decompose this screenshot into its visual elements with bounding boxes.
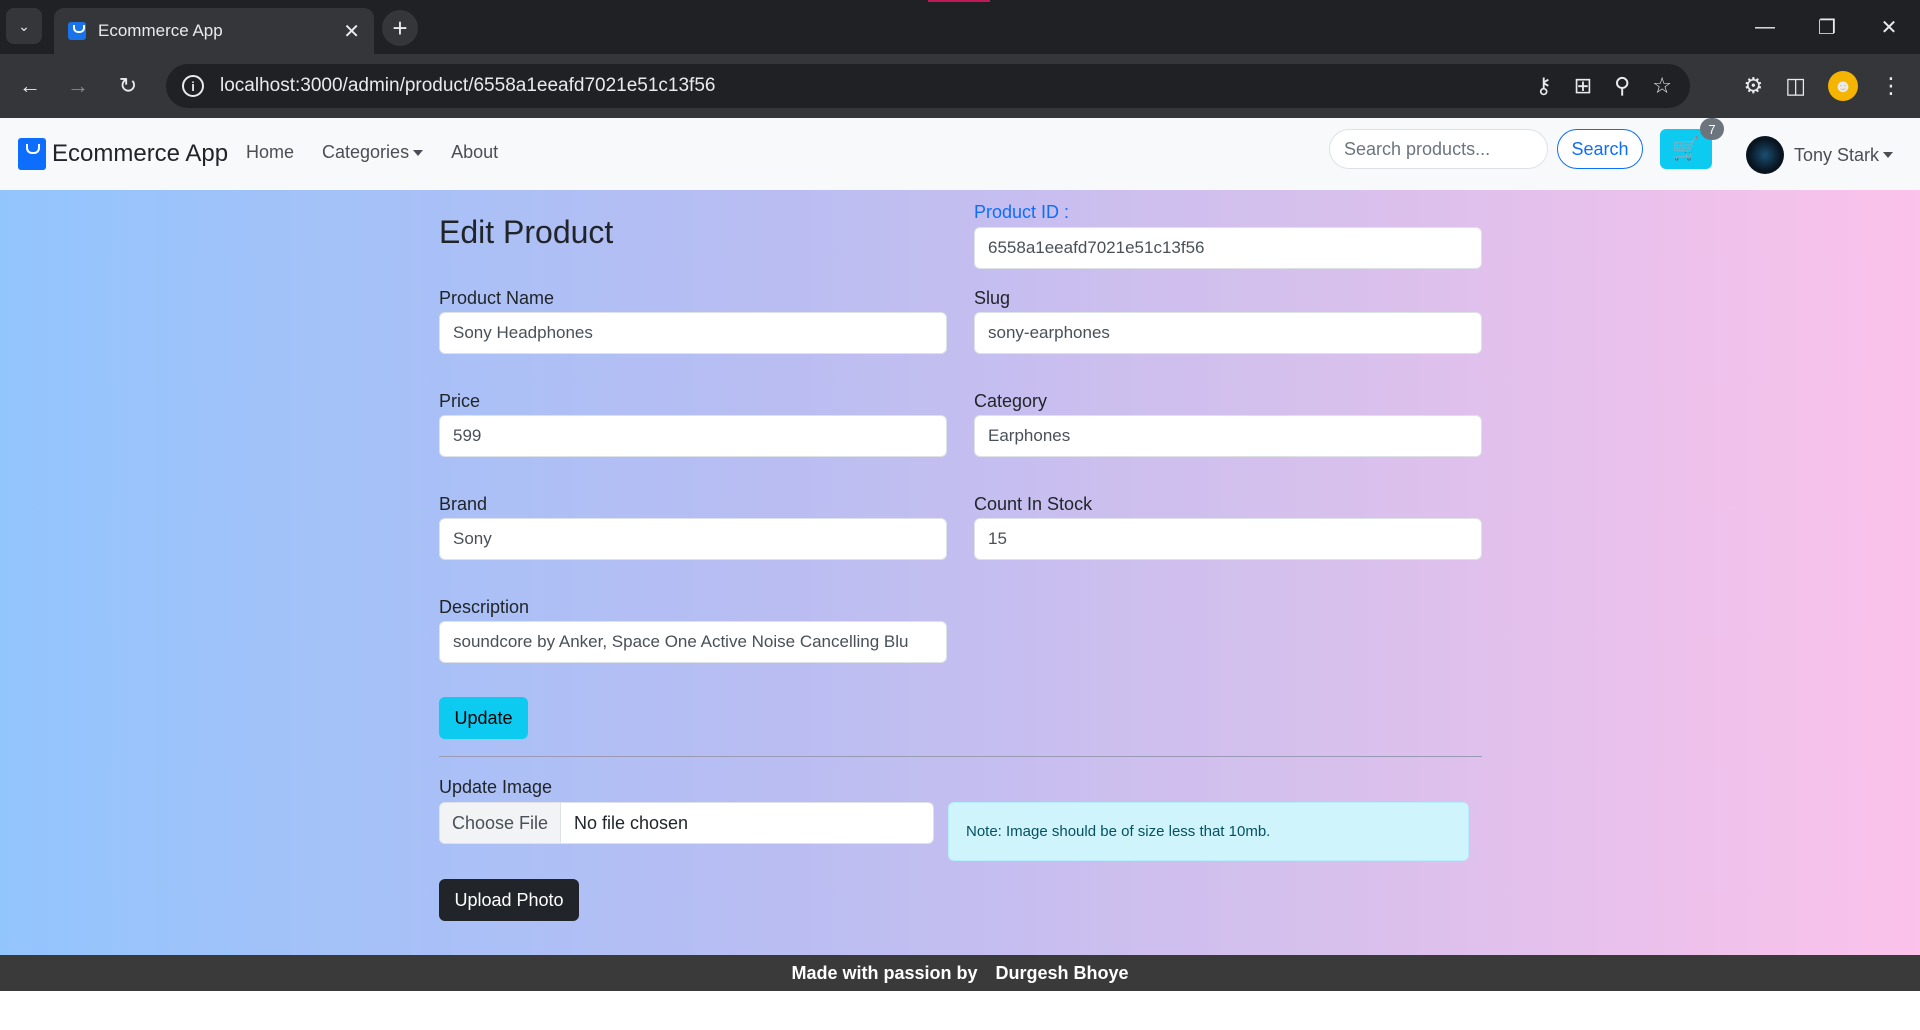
price-label: Price — [439, 391, 481, 411]
site-info-icon[interactable]: i — [182, 75, 204, 97]
upload-photo-button[interactable]: Upload Photo — [439, 879, 579, 921]
product-name-field[interactable]: Sony Headphones — [439, 312, 947, 354]
tab-title: Ecommerce App — [98, 21, 223, 40]
address-bar[interactable]: i localhost:3000/admin/product/6558a1eea… — [166, 64, 1690, 108]
update-button[interactable]: Update — [439, 697, 528, 739]
nav-links: Home Categories About — [246, 142, 498, 163]
count-in-stock-label: Count In Stock — [974, 494, 1093, 514]
browser-tab-bar: ⌄ Ecommerce App ✕ + — ❐ ✕ — [0, 0, 1920, 54]
zoom-icon[interactable]: ⚲ — [1614, 73, 1630, 99]
nav-link-home[interactable]: Home — [246, 142, 294, 163]
install-app-icon[interactable]: ⊞ — [1574, 73, 1592, 99]
restore-icon[interactable]: ❐ — [1796, 0, 1858, 54]
reload-icon[interactable]: ↻ — [112, 70, 144, 102]
window-accent — [928, 0, 990, 2]
minimize-icon[interactable]: — — [1734, 0, 1796, 54]
description-label: Description — [439, 597, 530, 617]
description-field[interactable]: soundcore by Anker, Space One Active Noi… — [439, 621, 947, 663]
side-panel-icon[interactable]: ◫ — [1785, 73, 1806, 99]
section-divider — [439, 756, 1482, 757]
brand-field[interactable]: Sony — [439, 518, 947, 560]
user-name: Tony Stark — [1794, 144, 1880, 165]
product-id-label: Product ID : — [974, 202, 1070, 222]
category-label: Category — [974, 391, 1048, 411]
tab-close-icon[interactable]: ✕ — [343, 19, 360, 44]
tab-favicon-icon — [68, 22, 86, 40]
avatar — [1746, 136, 1784, 174]
cart-icon: 🛒 — [1672, 136, 1700, 161]
browser-tab[interactable]: Ecommerce App ✕ — [54, 8, 374, 54]
user-menu[interactable]: Tony Stark — [1746, 136, 1894, 174]
window-controls: — ❐ ✕ — [1734, 0, 1920, 54]
footer: Made with passion by ♥ Durgesh Bhoye — [0, 955, 1920, 991]
new-tab-icon[interactable]: + — [382, 10, 418, 46]
categories-label: Categories — [322, 142, 410, 162]
app-navbar: Ecommerce App Home Categories About Sear… — [0, 118, 1920, 190]
tab-search-dropdown-icon[interactable]: ⌄ — [6, 8, 42, 44]
brand-label: Brand — [439, 494, 488, 514]
product-id-field[interactable]: 6558a1eeafd7021e51c13f56 — [974, 227, 1482, 269]
search-input[interactable]: Search products... — [1329, 129, 1548, 169]
price-field[interactable]: 599 — [439, 415, 947, 457]
nav-link-categories[interactable]: Categories — [322, 142, 424, 163]
file-status-text: No file chosen — [574, 812, 689, 833]
chevron-down-icon — [413, 150, 424, 157]
back-icon[interactable]: ← — [14, 70, 46, 102]
update-image-label: Update Image — [439, 777, 553, 797]
cart-count-badge: 7 — [1700, 118, 1724, 140]
close-window-icon[interactable]: ✕ — [1858, 0, 1920, 54]
product-name-label: Product Name — [439, 288, 555, 308]
brand-link[interactable]: Ecommerce App — [18, 138, 228, 170]
profile-avatar-icon[interactable]: ☻ — [1828, 71, 1858, 101]
category-field[interactable]: Earphones — [974, 415, 1482, 457]
heart-icon: ♥ — [983, 967, 990, 979]
nav-link-about[interactable]: About — [451, 142, 498, 163]
search-button[interactable]: Search — [1557, 129, 1643, 169]
chevron-down-icon — [1883, 152, 1894, 158]
edit-product-page: Edit Product Product ID : 6558a1eeafd702… — [0, 190, 1920, 955]
bookmark-star-icon[interactable]: ☆ — [1652, 73, 1672, 99]
url-text[interactable]: localhost:3000/admin/product/6558a1eeafd… — [220, 75, 1536, 97]
browser-toolbar: ← → ↻ i localhost:3000/admin/product/655… — [0, 54, 1920, 118]
footer-author: Durgesh Bhoye — [995, 962, 1129, 983]
page-title: Edit Product — [439, 214, 614, 250]
count-in-stock-field[interactable]: 15 — [974, 518, 1482, 560]
extensions-icon[interactable]: ⚙ — [1743, 73, 1763, 99]
password-key-icon[interactable]: ⚷ — [1536, 73, 1552, 99]
shopping-bag-icon — [18, 138, 46, 170]
choose-file-button[interactable]: Choose File — [440, 803, 561, 843]
slug-field[interactable]: sony-earphones — [974, 312, 1482, 354]
footer-prefix: Made with passion by — [791, 962, 978, 983]
slug-label: Slug — [974, 288, 1011, 308]
image-file-input[interactable]: Choose File No file chosen — [439, 802, 934, 844]
forward-icon[interactable]: → — [62, 70, 94, 102]
brand-name: Ecommerce App — [52, 140, 229, 167]
image-size-note: Note: Image should be of size less that … — [948, 802, 1469, 861]
browser-menu-icon[interactable]: ⋮ — [1880, 73, 1902, 99]
